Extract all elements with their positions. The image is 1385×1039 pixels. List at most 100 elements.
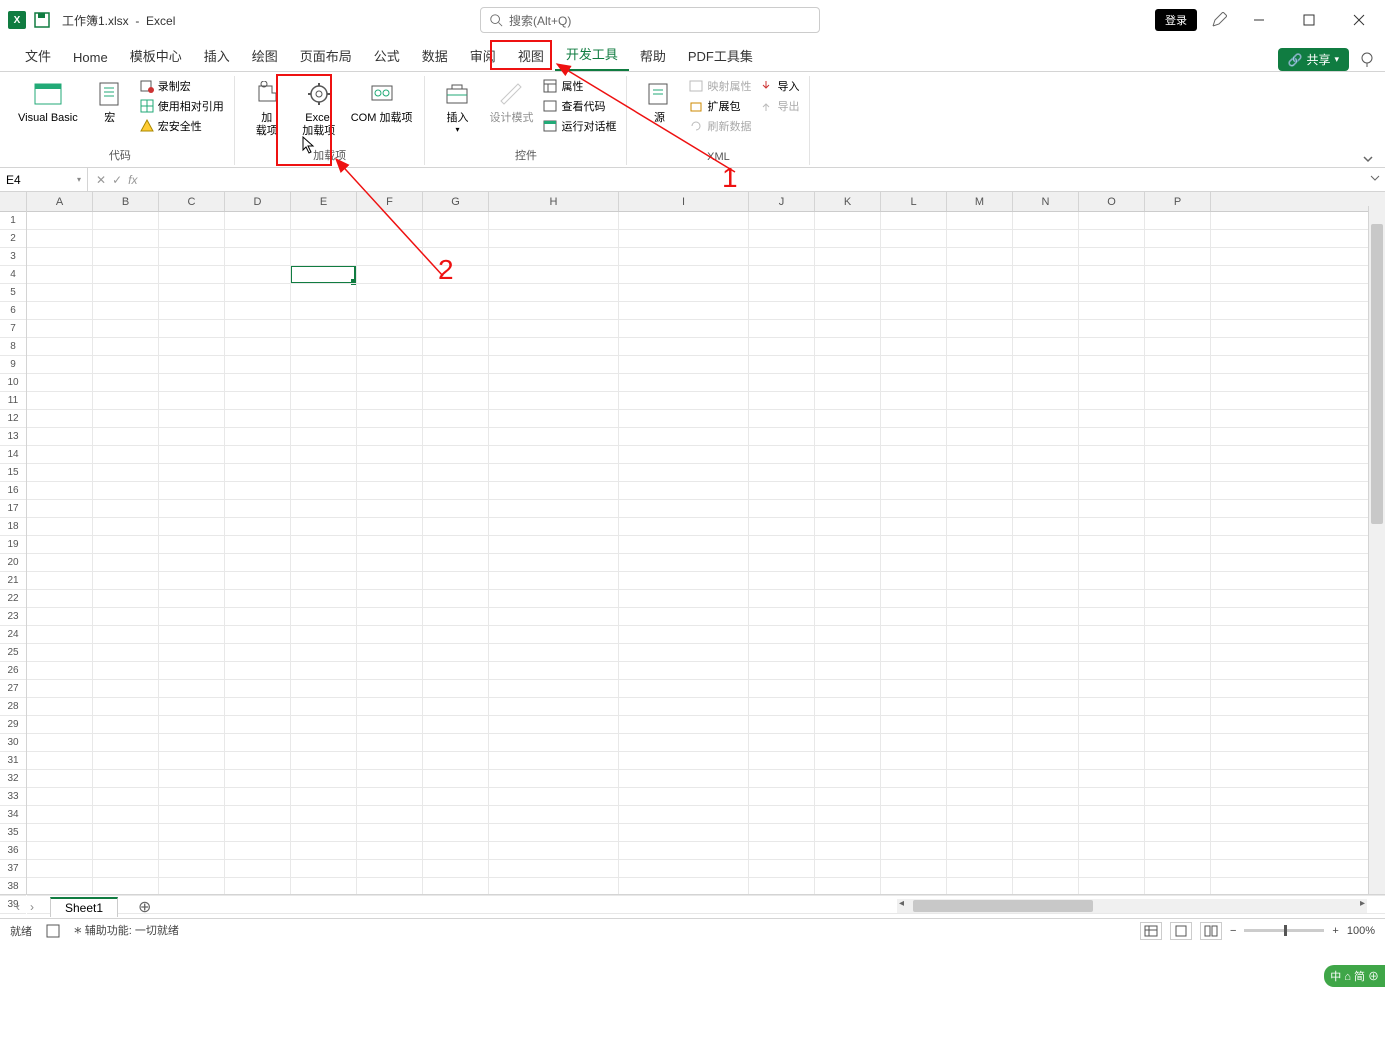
col-header-K[interactable]: K [815, 192, 881, 211]
record-macro-button[interactable]: 录制宏 [140, 78, 224, 94]
row-header-23[interactable]: 23 [0, 608, 26, 626]
page-break-button[interactable] [1200, 922, 1222, 940]
col-header-D[interactable]: D [225, 192, 291, 211]
normal-view-button[interactable] [1140, 922, 1162, 940]
collapse-ribbon-icon[interactable] [1361, 152, 1375, 166]
row-header-3[interactable]: 3 [0, 248, 26, 266]
save-icon[interactable] [34, 12, 50, 28]
row-header-13[interactable]: 13 [0, 428, 26, 446]
design-mode-button[interactable]: 设计模式 [483, 76, 539, 127]
row-header-18[interactable]: 18 [0, 518, 26, 536]
row-header-34[interactable]: 34 [0, 806, 26, 824]
col-header-L[interactable]: L [881, 192, 947, 211]
row-header-15[interactable]: 15 [0, 464, 26, 482]
relative-ref-button[interactable]: 使用相对引用 [140, 98, 224, 114]
zoom-level[interactable]: 100% [1347, 925, 1375, 937]
col-header-A[interactable]: A [27, 192, 93, 211]
com-addins-button[interactable]: COM 加载项 [345, 76, 419, 127]
tab-insert[interactable]: 插入 [193, 40, 241, 71]
col-header-M[interactable]: M [947, 192, 1013, 211]
properties-button[interactable]: 属性 [543, 78, 616, 94]
ime-indicator[interactable]: 中 ⌂ 简 ⊕ [1324, 965, 1385, 987]
row-header-12[interactable]: 12 [0, 410, 26, 428]
row-header-31[interactable]: 31 [0, 752, 26, 770]
tab-review[interactable]: 审阅 [459, 40, 507, 71]
row-header-30[interactable]: 30 [0, 734, 26, 752]
expansion-button[interactable]: 扩展包 [689, 98, 751, 114]
cancel-icon[interactable]: ✕ [96, 173, 106, 187]
row-header-32[interactable]: 32 [0, 770, 26, 788]
select-all-corner[interactable] [0, 192, 26, 212]
row-header-25[interactable]: 25 [0, 644, 26, 662]
accessibility-status[interactable]: 🞵 辅助功能: 一切就绪 [74, 922, 179, 939]
row-header-9[interactable]: 9 [0, 356, 26, 374]
minimize-button[interactable] [1241, 5, 1277, 35]
row-header-11[interactable]: 11 [0, 392, 26, 410]
expand-formula-icon[interactable] [1365, 172, 1385, 187]
horizontal-scrollbar[interactable]: ◂ ▸ [897, 899, 1367, 913]
row-header-20[interactable]: 20 [0, 554, 26, 572]
comments-icon[interactable] [1359, 52, 1375, 68]
row-header-22[interactable]: 22 [0, 590, 26, 608]
addins-button[interactable]: 加 载项 [241, 76, 293, 140]
export-button[interactable]: 导出 [759, 98, 799, 114]
tab-data[interactable]: 数据 [411, 40, 459, 71]
col-header-P[interactable]: P [1145, 192, 1211, 211]
stats-icon[interactable] [46, 924, 60, 938]
row-header-2[interactable]: 2 [0, 230, 26, 248]
col-header-G[interactable]: G [423, 192, 489, 211]
row-header-7[interactable]: 7 [0, 320, 26, 338]
tab-file[interactable]: 文件 [14, 40, 62, 71]
spreadsheet-grid[interactable]: 1234567891011121314151617181920212223242… [0, 192, 1385, 894]
col-header-O[interactable]: O [1079, 192, 1145, 211]
row-header-33[interactable]: 33 [0, 788, 26, 806]
zoom-slider[interactable] [1244, 929, 1324, 932]
row-header-35[interactable]: 35 [0, 824, 26, 842]
row-header-4[interactable]: 4 [0, 266, 26, 284]
row-header-10[interactable]: 10 [0, 374, 26, 392]
tab-view[interactable]: 视图 [507, 40, 555, 71]
row-header-17[interactable]: 17 [0, 500, 26, 518]
col-header-F[interactable]: F [357, 192, 423, 211]
insert-control-button[interactable]: 插入▾ [431, 76, 483, 137]
prev-sheet-icon[interactable]: ‹ [16, 900, 20, 914]
tab-pdftools[interactable]: PDF工具集 [677, 40, 764, 71]
refresh-button[interactable]: 刷新数据 [689, 118, 751, 134]
col-header-B[interactable]: B [93, 192, 159, 211]
excel-addins-button[interactable]: Excel 加载项 [293, 76, 345, 140]
row-header-28[interactable]: 28 [0, 698, 26, 716]
sheet-tab[interactable]: Sheet1 [50, 897, 118, 917]
map-properties-button[interactable]: 映射属性 [689, 78, 751, 94]
tab-developer[interactable]: 开发工具 [555, 38, 629, 71]
row-header-27[interactable]: 27 [0, 680, 26, 698]
column-headers[interactable]: ABCDEFGHIJKLMNOP [27, 192, 1385, 212]
view-code-button[interactable]: 查看代码 [543, 98, 616, 114]
visual-basic-button[interactable]: Visual Basic [12, 76, 84, 127]
col-header-I[interactable]: I [619, 192, 749, 211]
cells-area[interactable] [27, 212, 1385, 894]
col-header-H[interactable]: H [489, 192, 619, 211]
next-sheet-icon[interactable]: › [30, 900, 34, 914]
page-layout-button[interactable] [1170, 922, 1192, 940]
col-header-C[interactable]: C [159, 192, 225, 211]
row-header-16[interactable]: 16 [0, 482, 26, 500]
row-header-29[interactable]: 29 [0, 716, 26, 734]
macros-button[interactable]: 宏 [84, 76, 136, 127]
zoom-out-button[interactable]: − [1230, 925, 1236, 937]
tab-help[interactable]: 帮助 [629, 40, 677, 71]
row-header-8[interactable]: 8 [0, 338, 26, 356]
row-header-37[interactable]: 37 [0, 860, 26, 878]
run-dialog-button[interactable]: 运行对话框 [543, 118, 616, 134]
row-header-1[interactable]: 1 [0, 212, 26, 230]
hscroll-thumb[interactable] [913, 900, 1093, 912]
row-header-6[interactable]: 6 [0, 302, 26, 320]
check-icon[interactable]: ✓ [112, 173, 122, 187]
tab-templates[interactable]: 模板中心 [119, 40, 193, 71]
row-header-26[interactable]: 26 [0, 662, 26, 680]
vscroll-thumb[interactable] [1371, 224, 1383, 524]
col-header-N[interactable]: N [1013, 192, 1079, 211]
name-box[interactable]: E4▾ [0, 168, 88, 191]
maximize-button[interactable] [1291, 5, 1327, 35]
row-header-5[interactable]: 5 [0, 284, 26, 302]
row-header-19[interactable]: 19 [0, 536, 26, 554]
